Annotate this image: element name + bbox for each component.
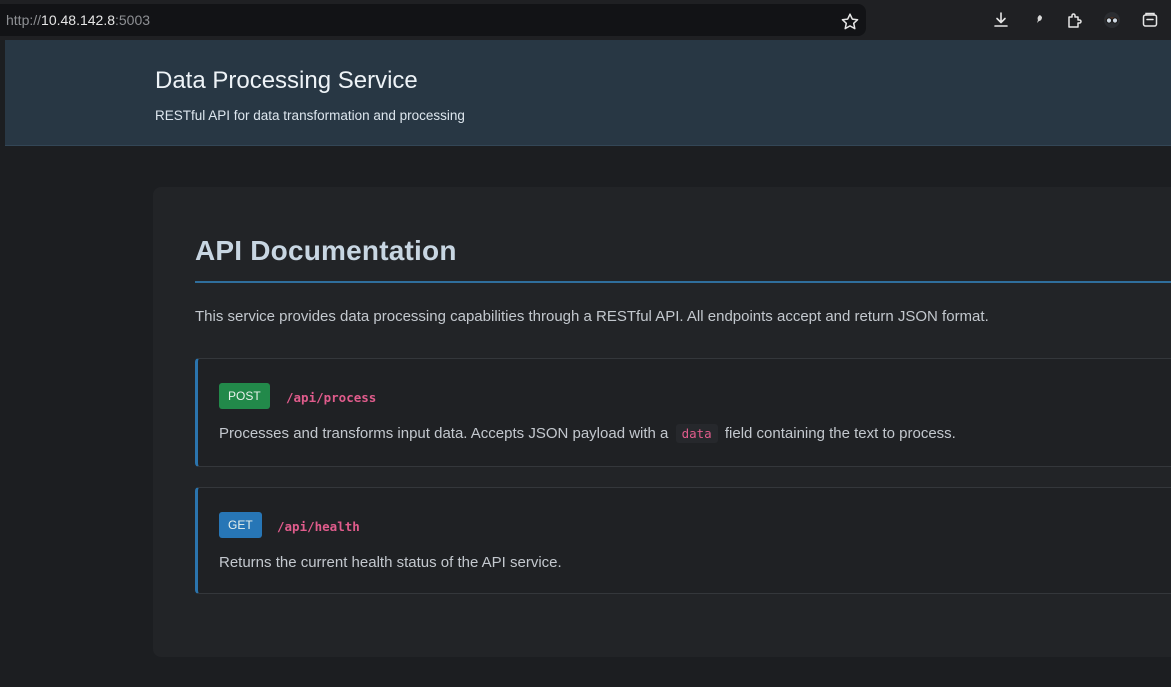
download-icon[interactable]	[991, 10, 1011, 30]
endpoint-health: GET /api/health Returns the current heal…	[195, 487, 1171, 594]
profile-icon[interactable]	[1102, 10, 1122, 30]
service-subtitle: RESTful API for data transformation and …	[155, 108, 465, 123]
url-port: :5003	[115, 12, 151, 28]
url-text[interactable]: http://10.48.142.8:5003	[6, 12, 150, 28]
browser-toolbar: http://10.48.142.8:5003	[0, 0, 1171, 40]
extension-leaf-icon[interactable]	[1029, 10, 1049, 30]
endpoint-path-health: /api/health	[277, 519, 360, 534]
docs-title: API Documentation	[195, 235, 457, 266]
screenshot-icon[interactable]	[1140, 10, 1160, 30]
endpoint-description-process: Processes and transforms input data. Acc…	[219, 424, 956, 443]
method-badge-post: POST	[219, 383, 270, 409]
page-header: Data Processing Service RESTful API for …	[5, 40, 1171, 146]
url-scheme: http://	[6, 12, 42, 28]
star-icon[interactable]	[840, 12, 860, 32]
puzzle-icon[interactable]	[1065, 10, 1085, 30]
inline-code-data: data	[675, 424, 718, 443]
docs-intro: This service provides data processing ca…	[195, 308, 989, 325]
desc-after-code: field containing the text to process.	[724, 425, 956, 442]
desc-before-code: Processes and transforms input data. Acc…	[219, 425, 669, 442]
page-content: Data Processing Service RESTful API for …	[5, 40, 1171, 687]
docs-card: API Documentation This service provides …	[153, 187, 1171, 657]
endpoint-path-process: /api/process	[286, 390, 377, 405]
address-bar[interactable]: http://10.48.142.8:5003	[0, 4, 866, 36]
title-divider	[195, 281, 1171, 283]
endpoint-description-health: Returns the current health status of the…	[219, 554, 562, 571]
method-badge-get: GET	[219, 512, 262, 538]
endpoint-process: POST /api/process Processes and transfor…	[195, 358, 1171, 467]
service-title: Data Processing Service	[155, 67, 418, 94]
url-host: 10.48.142.8	[41, 12, 115, 28]
